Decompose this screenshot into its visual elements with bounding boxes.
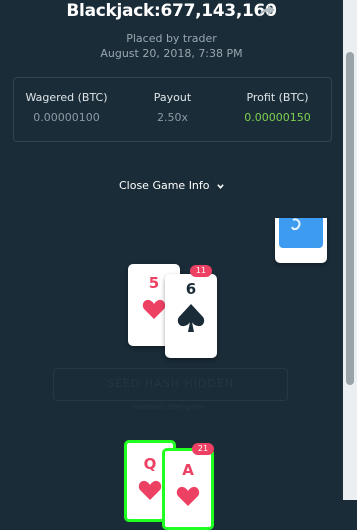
payout-label: Payout bbox=[153, 91, 192, 104]
close-game-info-label: Close Game Info bbox=[118, 179, 210, 192]
stat-profit: Profit (BTC) 0.00000150 bbox=[225, 90, 330, 125]
card-rank: A bbox=[182, 461, 194, 479]
player-card-6-spades: 6 bbox=[165, 274, 217, 358]
dealer-card-mark bbox=[291, 218, 301, 231]
hidden-seed-box: SEED HASH HIDDEN bbox=[53, 368, 288, 401]
profit-value: 0.00000150 bbox=[244, 111, 311, 124]
heart-icon bbox=[176, 486, 200, 506]
heart-icon bbox=[142, 299, 166, 319]
stat-wagered: Wagered (BTC) 0.00000100 bbox=[14, 90, 119, 125]
scrollbar-thumb[interactable] bbox=[346, 52, 354, 385]
stat-payout: Payout 2.50x bbox=[120, 90, 225, 125]
close-game-info-button[interactable]: Close Game Info bbox=[0, 178, 343, 194]
page-title: Blackjack:677,143,160 bbox=[66, 1, 277, 21]
card-rank: 6 bbox=[185, 280, 197, 298]
header: Blackjack:677,143,160 bbox=[0, 0, 343, 24]
player-card-a-hearts: A bbox=[162, 448, 214, 530]
bet-date: August 20, 2018, 7:38 PM bbox=[100, 47, 243, 60]
hidden-seed-subtext: revealed after game bbox=[133, 403, 206, 411]
stats-panel: Wagered (BTC) 0.00000100 Payout 2.50x Pr… bbox=[13, 77, 332, 142]
hand-total-badge-2: 21 bbox=[192, 443, 214, 455]
wagered-label: Wagered (BTC) bbox=[25, 91, 108, 104]
chevron-down-icon bbox=[217, 183, 224, 189]
scrollbar[interactable] bbox=[343, 0, 357, 500]
profit-label: Profit (BTC) bbox=[246, 91, 309, 104]
payout-value: 2.50x bbox=[156, 111, 188, 124]
hand-total-badge: 11 bbox=[190, 265, 212, 277]
placed-by: Placed by trader bbox=[126, 32, 217, 45]
hidden-seed-text: SEED HASH HIDDEN bbox=[106, 377, 235, 390]
wagered-value: 0.00000100 bbox=[33, 111, 100, 124]
heart-icon bbox=[138, 480, 162, 500]
dealer-card bbox=[275, 218, 327, 263]
spade-icon bbox=[177, 304, 205, 332]
share-icon[interactable] bbox=[258, 4, 276, 18]
